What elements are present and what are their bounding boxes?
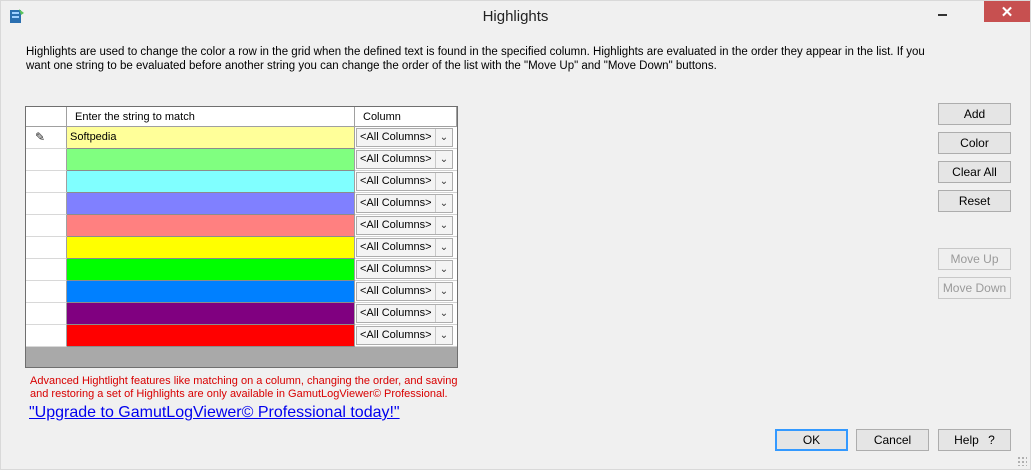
color-button[interactable]: Color (938, 132, 1011, 154)
move-up-button[interactable]: Move Up (938, 248, 1011, 270)
row-selector[interactable] (26, 149, 67, 171)
column-cell: <All Columns> ⌄ (355, 193, 457, 215)
highlights-dialog: Highlights ✕ Highlights are used to chan… (0, 0, 1031, 470)
pencil-icon: ✎ (35, 130, 46, 144)
match-string-cell[interactable] (67, 325, 355, 347)
column-dropdown[interactable]: <All Columns> ⌄ (356, 150, 453, 169)
column-header-match[interactable]: Enter the string to match (67, 107, 355, 127)
table-row[interactable]: <All Columns> ⌄ (26, 237, 457, 259)
add-button[interactable]: Add (938, 103, 1011, 125)
chevron-down-icon[interactable]: ⌄ (435, 261, 452, 278)
table-row[interactable]: ✎ Softpedia <All Columns> ⌄ (26, 127, 457, 149)
table-row[interactable]: <All Columns> ⌄ (26, 303, 457, 325)
row-selector[interactable] (26, 281, 67, 303)
chevron-down-icon[interactable]: ⌄ (435, 327, 452, 344)
match-string-cell[interactable] (67, 259, 355, 281)
match-string-cell[interactable] (67, 171, 355, 193)
column-dropdown[interactable]: <All Columns> ⌄ (356, 216, 453, 235)
column-cell: <All Columns> ⌄ (355, 325, 457, 347)
column-dropdown[interactable]: <All Columns> ⌄ (356, 260, 453, 279)
chevron-down-icon[interactable]: ⌄ (435, 129, 452, 146)
table-row[interactable]: <All Columns> ⌄ (26, 149, 457, 171)
column-dropdown[interactable]: <All Columns> ⌄ (356, 172, 453, 191)
reset-button[interactable]: Reset (938, 190, 1011, 212)
table-row[interactable]: <All Columns> ⌄ (26, 215, 457, 237)
close-icon: ✕ (1000, 3, 1014, 21)
chevron-down-icon[interactable]: ⌄ (435, 305, 452, 322)
row-selector[interactable] (26, 237, 67, 259)
match-string-cell[interactable] (67, 193, 355, 215)
minimize-button[interactable] (929, 1, 955, 23)
match-string-cell[interactable] (67, 303, 355, 325)
close-button[interactable]: ✕ (984, 1, 1030, 22)
column-dropdown[interactable]: <All Columns> ⌄ (356, 194, 453, 213)
advanced-features-note: Advanced Hightlight features like matchi… (30, 375, 458, 400)
cancel-button[interactable]: Cancel (856, 429, 929, 451)
highlights-grid: Enter the string to match Column ✎ Softp… (25, 106, 458, 368)
column-cell: <All Columns> ⌄ (355, 215, 457, 237)
table-row[interactable]: <All Columns> ⌄ (26, 325, 457, 347)
column-cell: <All Columns> ⌄ (355, 237, 457, 259)
row-selector[interactable] (26, 215, 67, 237)
title-bar: Highlights ✕ (1, 1, 1030, 32)
match-string-cell[interactable] (67, 215, 355, 237)
table-row[interactable]: <All Columns> ⌄ (26, 259, 457, 281)
row-selector[interactable] (26, 259, 67, 281)
window-title: Highlights (482, 8, 549, 25)
row-selector[interactable] (26, 193, 67, 215)
minimize-icon (937, 14, 947, 16)
row-selector[interactable] (26, 171, 67, 193)
column-dropdown[interactable]: <All Columns> ⌄ (356, 238, 453, 257)
row-header-corner (26, 107, 67, 127)
table-row[interactable]: <All Columns> ⌄ (26, 193, 457, 215)
match-string-cell[interactable]: Softpedia (67, 127, 355, 149)
chevron-down-icon[interactable]: ⌄ (435, 173, 452, 190)
match-string-cell[interactable] (67, 281, 355, 303)
column-cell: <All Columns> ⌄ (355, 303, 457, 325)
resize-grip[interactable] (1017, 456, 1027, 466)
description-text: Highlights are used to change the color … (26, 46, 925, 72)
row-selector[interactable] (26, 325, 67, 347)
help-button-label: Help (954, 433, 979, 447)
table-row[interactable]: <All Columns> ⌄ (26, 171, 457, 193)
chevron-down-icon[interactable]: ⌄ (435, 195, 452, 212)
column-dropdown[interactable]: <All Columns> ⌄ (356, 282, 453, 301)
chevron-down-icon[interactable]: ⌄ (435, 217, 452, 234)
help-icon: ? (988, 433, 995, 447)
chevron-down-icon[interactable]: ⌄ (435, 239, 452, 256)
column-dropdown[interactable]: <All Columns> ⌄ (356, 304, 453, 323)
clear-all-button[interactable]: Clear All (938, 161, 1011, 183)
help-button[interactable]: Help ? (938, 429, 1011, 451)
match-string-cell[interactable] (67, 237, 355, 259)
row-selector[interactable] (26, 303, 67, 325)
chevron-down-icon[interactable]: ⌄ (435, 151, 452, 168)
move-down-button[interactable]: Move Down (938, 277, 1011, 299)
column-header-column[interactable]: Column (355, 107, 457, 127)
ok-button[interactable]: OK (775, 429, 848, 451)
upgrade-link[interactable]: "Upgrade to GamutLogViewer© Professional… (29, 404, 400, 422)
column-cell: <All Columns> ⌄ (355, 281, 457, 303)
column-cell: <All Columns> ⌄ (355, 171, 457, 193)
column-cell: <All Columns> ⌄ (355, 259, 457, 281)
column-cell: <All Columns> ⌄ (355, 127, 457, 149)
chevron-down-icon[interactable]: ⌄ (435, 283, 452, 300)
column-dropdown[interactable]: <All Columns> ⌄ (356, 326, 453, 345)
table-row[interactable]: <All Columns> ⌄ (26, 281, 457, 303)
column-cell: <All Columns> ⌄ (355, 149, 457, 171)
column-dropdown[interactable]: <All Columns> ⌄ (356, 128, 453, 147)
match-string-cell[interactable] (67, 149, 355, 171)
row-selector[interactable]: ✎ (26, 127, 67, 149)
